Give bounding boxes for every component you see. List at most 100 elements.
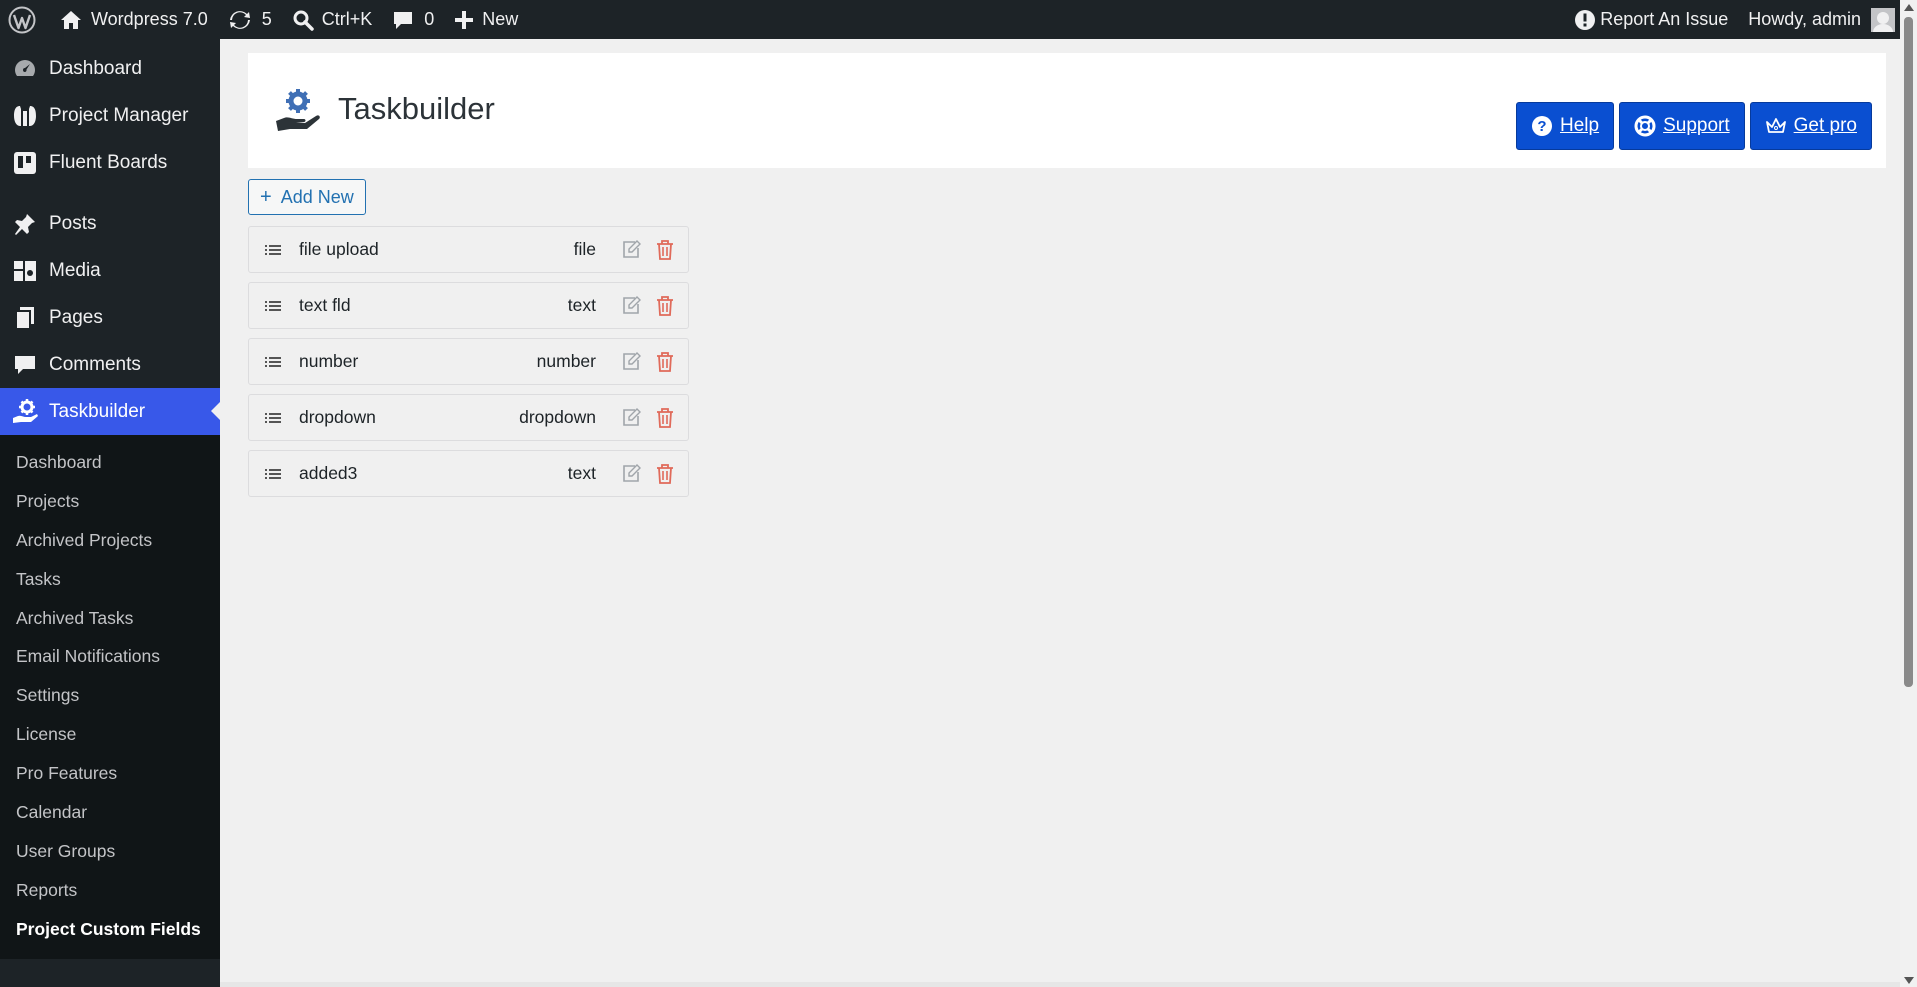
menu-fluent-boards[interactable]: Fluent Boards — [0, 139, 220, 186]
submenu-archived-tasks[interactable]: Archived Tasks — [0, 599, 220, 638]
menu-pages[interactable]: Pages — [0, 294, 220, 341]
submenu-calendar[interactable]: Calendar — [0, 793, 220, 832]
drag-handle-icon[interactable] — [265, 411, 283, 425]
report-issue-label: Report An Issue — [1600, 9, 1729, 29]
taskbuilder-logo-icon — [274, 87, 322, 135]
home-icon — [60, 9, 82, 31]
trash-icon[interactable] — [652, 461, 678, 487]
edit-icon[interactable] — [618, 461, 644, 487]
trash-icon[interactable] — [652, 293, 678, 319]
submenu-project-custom-fields[interactable]: Project Custom Fields — [0, 910, 220, 949]
field-row: text fld text — [248, 282, 689, 329]
menu-posts[interactable]: Posts — [0, 200, 220, 247]
drag-handle-icon[interactable] — [265, 243, 283, 257]
taskbuilder-submenu: Dashboard Projects Archived Projects Tas… — [0, 435, 220, 959]
field-name: text fld — [299, 295, 351, 315]
add-new-button[interactable]: + Add New — [248, 179, 366, 215]
get-pro-label: Get pro — [1793, 115, 1857, 136]
howdy-label: Howdy, admin — [1748, 9, 1861, 29]
menu-label: Media — [49, 259, 101, 281]
exclamation-icon — [1574, 9, 1596, 31]
field-name: number — [299, 351, 359, 371]
submenu-projects[interactable]: Projects — [0, 482, 220, 521]
search-icon — [292, 9, 314, 31]
report-issue-link[interactable]: Report An Issue — [1564, 0, 1748, 39]
get-pro-button[interactable]: Get pro — [1749, 102, 1872, 150]
svg-text:?: ? — [1537, 118, 1546, 135]
search-shortcut: Ctrl+K — [321, 9, 373, 29]
header-buttons: ? Help Support Get pro — [1516, 102, 1872, 150]
media-icon — [11, 257, 39, 285]
support-label: Support — [1663, 115, 1730, 136]
field-type: dropdown — [519, 407, 596, 427]
menu-label: Taskbuilder — [49, 400, 146, 422]
menu-project-manager[interactable]: Project Manager — [0, 92, 220, 139]
fluent-boards-icon — [11, 149, 39, 177]
field-row: number number — [248, 338, 689, 385]
submenu-dashboard[interactable]: Dashboard — [0, 443, 220, 482]
submenu-tasks[interactable]: Tasks — [0, 560, 220, 599]
question-icon: ? — [1531, 115, 1560, 137]
trash-icon[interactable] — [652, 349, 678, 375]
help-label: Help — [1560, 115, 1600, 136]
drag-handle-icon[interactable] — [265, 355, 283, 369]
page-header: Taskbuilder ? Help Support Get pro — [248, 53, 1886, 168]
edit-icon[interactable] — [618, 293, 644, 319]
support-button[interactable]: Support — [1619, 102, 1745, 150]
menu-taskbuilder[interactable]: Taskbuilder — [0, 388, 220, 435]
comment-bubble-icon — [392, 9, 414, 31]
drag-handle-icon[interactable] — [265, 299, 283, 313]
menu-label: Project Manager — [49, 104, 189, 126]
field-name: dropdown — [299, 407, 376, 427]
site-name-link[interactable]: Wordpress 7.0 — [50, 0, 218, 39]
admin-bar: Wordpress 7.0 5 Ctrl+K 0 New Report An I… — [0, 0, 1917, 39]
page-title: Taskbuilder — [338, 91, 495, 126]
submenu-email-notifications[interactable]: Email Notifications — [0, 637, 220, 676]
field-row: added3 text — [248, 450, 689, 497]
avatar — [1871, 7, 1895, 32]
field-row: file upload file — [248, 226, 689, 273]
my-account-link[interactable]: Howdy, admin — [1748, 0, 1895, 39]
new-content-link[interactable]: New — [444, 0, 528, 39]
submenu-reports[interactable]: Reports — [0, 871, 220, 910]
submenu-pro-features[interactable]: Pro Features — [0, 754, 220, 793]
drag-handle-icon[interactable] — [265, 467, 283, 481]
search-link[interactable]: Ctrl+K — [282, 0, 383, 39]
site-name: Wordpress 7.0 — [91, 9, 208, 29]
wordpress-logo-icon[interactable] — [0, 0, 50, 39]
scrollbar-thumb[interactable] — [1904, 17, 1913, 687]
dashboard-icon — [11, 55, 39, 83]
plus-icon — [454, 10, 474, 30]
menu-dashboard[interactable]: Dashboard — [0, 45, 220, 92]
field-name: added3 — [299, 463, 358, 483]
scroll-up-arrow-icon[interactable] — [1904, 4, 1914, 11]
field-type: number — [536, 351, 596, 371]
edit-icon[interactable] — [618, 349, 644, 375]
field-row: dropdown dropdown — [248, 394, 689, 441]
main-content: Taskbuilder ? Help Support Get pro + Add… — [248, 53, 1886, 506]
submenu-license[interactable]: License — [0, 715, 220, 754]
help-button[interactable]: ? Help — [1516, 102, 1615, 150]
vertical-scrollbar[interactable] — [1900, 0, 1917, 987]
trash-icon[interactable] — [652, 405, 678, 431]
menu-media[interactable]: Media — [0, 247, 220, 294]
edit-icon[interactable] — [618, 237, 644, 263]
page-bottom-edge — [220, 982, 1900, 987]
project-manager-icon — [11, 102, 39, 130]
pin-icon — [11, 210, 39, 238]
field-type: text — [567, 463, 596, 483]
comments-link[interactable]: 0 — [382, 0, 444, 39]
scroll-down-arrow-icon[interactable] — [1904, 977, 1914, 984]
submenu-archived-projects[interactable]: Archived Projects — [0, 521, 220, 560]
menu-label: Fluent Boards — [49, 151, 168, 173]
menu-comments[interactable]: Comments — [0, 341, 220, 388]
submenu-user-groups[interactable]: User Groups — [0, 832, 220, 871]
edit-icon[interactable] — [618, 405, 644, 431]
trash-icon[interactable] — [652, 237, 678, 263]
menu-label: Posts — [49, 212, 97, 234]
custom-field-list: file upload file text fld text number nu… — [248, 226, 689, 497]
submenu-settings[interactable]: Settings — [0, 676, 220, 715]
updates-link[interactable]: 5 — [218, 0, 282, 39]
lifebuoy-icon — [1634, 115, 1663, 137]
updates-icon — [228, 9, 252, 31]
